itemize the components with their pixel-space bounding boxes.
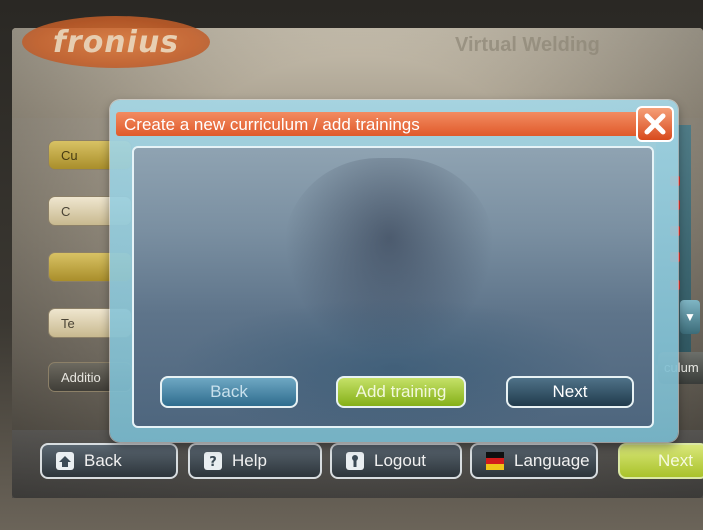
scroll-down-icon[interactable]: ▼ xyxy=(680,300,700,334)
next-main-button-label: Next xyxy=(658,451,693,470)
flag-icon xyxy=(484,450,506,472)
dialog-back-button[interactable]: Back xyxy=(160,376,298,408)
home-icon xyxy=(54,450,76,472)
back-button-label: Back xyxy=(84,451,122,470)
logout-button-label: Logout xyxy=(374,451,426,470)
help-button-label: Help xyxy=(232,451,267,470)
help-icon: ? xyxy=(202,450,224,472)
create-curriculum-dialog: Create a new curriculum / add trainings … xyxy=(110,100,678,442)
close-icon xyxy=(643,112,667,136)
svg-text:?: ? xyxy=(209,455,217,470)
app-title: Virtual Welding xyxy=(455,34,600,56)
add-training-button[interactable]: Add training xyxy=(336,376,466,408)
back-button[interactable]: Back xyxy=(40,443,178,479)
screen-reflection xyxy=(174,298,614,426)
language-button-label: Language xyxy=(514,451,590,470)
logout-button[interactable]: Logout xyxy=(330,443,462,479)
dialog-title: Create a new curriculum / add trainings xyxy=(124,115,420,134)
close-button[interactable] xyxy=(636,106,674,142)
language-button[interactable]: Language xyxy=(470,443,598,479)
brand-logo: fronius xyxy=(22,16,210,68)
next-main-button[interactable]: Next xyxy=(618,443,703,479)
lock-icon xyxy=(344,450,366,472)
help-button[interactable]: ? Help xyxy=(188,443,322,479)
dialog-next-button[interactable]: Next xyxy=(506,376,634,408)
